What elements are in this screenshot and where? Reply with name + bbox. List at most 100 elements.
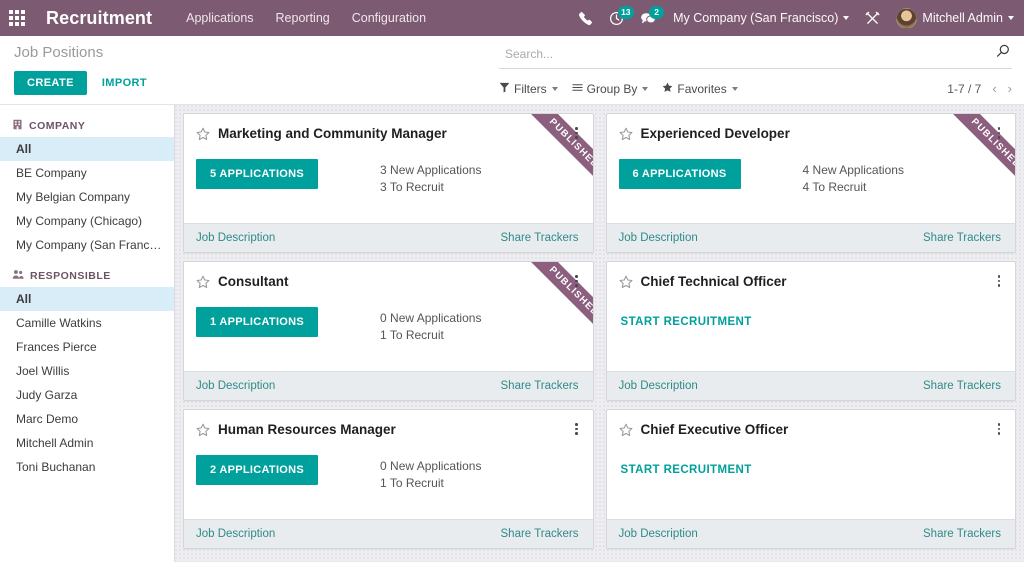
card-title: Human Resources Manager xyxy=(218,422,396,437)
messages-count-badge: 2 xyxy=(649,6,664,19)
nav-item-configuration[interactable]: Configuration xyxy=(352,11,426,25)
sidebar-item-frances-pierce[interactable]: Frances Pierce xyxy=(0,335,174,359)
card-body: 1 APPLICATIONS 0 New Applications 1 To R… xyxy=(196,307,579,344)
new-applications-text: 0 New Applications xyxy=(380,310,481,327)
sidebar-item-responsible-all[interactable]: All xyxy=(0,287,174,311)
sidebar-item-toni-buchanan[interactable]: Toni Buchanan xyxy=(0,455,174,479)
share-trackers-link[interactable]: Share Trackers xyxy=(923,232,1001,244)
sidebar-item-camille-watkins[interactable]: Camille Watkins xyxy=(0,311,174,335)
to-recruit-text: 1 To Recruit xyxy=(380,327,481,344)
chevron-right-icon[interactable]: › xyxy=(1008,81,1012,96)
job-description-link[interactable]: Job Description xyxy=(619,232,698,244)
applications-count-button[interactable]: 1 APPLICATIONS xyxy=(196,307,318,337)
share-trackers-link[interactable]: Share Trackers xyxy=(923,528,1001,540)
share-trackers-link[interactable]: Share Trackers xyxy=(501,232,579,244)
group-by-dropdown[interactable]: Group By xyxy=(572,82,649,96)
share-trackers-link[interactable]: Share Trackers xyxy=(501,528,579,540)
chevron-down-icon xyxy=(552,87,558,91)
card-title-row: Marketing and Community Manager xyxy=(196,126,579,141)
sidebar-item-marc-demo[interactable]: Marc Demo xyxy=(0,407,174,431)
nav-item-reporting[interactable]: Reporting xyxy=(276,11,330,25)
job-position-card[interactable]: PUBLISHED Consultant 1 APPLICATIONS 0 Ne… xyxy=(183,261,594,401)
sidebar-section-responsible-title: RESPONSIBLE xyxy=(30,270,111,282)
favorite-star-icon[interactable] xyxy=(196,127,210,141)
chevron-left-icon[interactable]: ‹ xyxy=(992,81,996,96)
card-body: 2 APPLICATIONS 0 New Applications 1 To R… xyxy=(196,455,579,492)
card-footer: Job Description Share Trackers xyxy=(184,223,593,252)
sidebar-item-my-company-san-francisco[interactable]: My Company (San Francisco) xyxy=(0,233,174,257)
job-position-card[interactable]: Chief Technical Officer START RECRUITMEN… xyxy=(606,261,1017,401)
to-recruit-text: 1 To Recruit xyxy=(380,475,481,492)
sidebar-item-company-all[interactable]: All xyxy=(0,137,174,161)
search-input[interactable] xyxy=(505,47,996,61)
card-menu-kebab-icon[interactable] xyxy=(992,273,1006,289)
import-button[interactable]: IMPORT xyxy=(93,71,156,95)
card-menu-kebab-icon[interactable] xyxy=(570,125,584,141)
favorite-star-icon[interactable] xyxy=(619,275,633,289)
card-footer: Job Description Share Trackers xyxy=(184,519,593,548)
card-menu-kebab-icon[interactable] xyxy=(570,421,584,437)
card-menu-kebab-icon[interactable] xyxy=(992,421,1006,437)
job-description-link[interactable]: Job Description xyxy=(196,232,275,244)
share-trackers-link[interactable]: Share Trackers xyxy=(923,380,1001,392)
job-description-link[interactable]: Job Description xyxy=(196,528,275,540)
card-footer: Job Description Share Trackers xyxy=(607,371,1016,400)
sidebar-item-judy-garza[interactable]: Judy Garza xyxy=(0,383,174,407)
applications-count-button[interactable]: 2 APPLICATIONS xyxy=(196,455,318,485)
job-description-link[interactable]: Job Description xyxy=(196,380,275,392)
applications-count-button[interactable]: 6 APPLICATIONS xyxy=(619,159,741,189)
start-recruitment-link[interactable]: START RECRUITMENT xyxy=(619,455,754,485)
job-position-card[interactable]: PUBLISHED Marketing and Community Manage… xyxy=(183,113,594,253)
job-description-link[interactable]: Job Description xyxy=(619,380,698,392)
avatar xyxy=(896,8,917,29)
wrench-screwdriver-icon[interactable] xyxy=(865,11,880,26)
control-panel: Job Positions CREATE IMPORT xyxy=(0,36,1024,105)
apps-grid-icon[interactable] xyxy=(6,7,28,29)
favorites-dropdown[interactable]: Favorites xyxy=(662,82,737,96)
sidebar-item-joel-willis[interactable]: Joel Willis xyxy=(0,359,174,383)
clock-activity-icon[interactable]: 13 xyxy=(609,11,624,26)
favorite-star-icon[interactable] xyxy=(619,127,633,141)
card-title: Chief Executive Officer xyxy=(641,422,789,437)
action-buttons: CREATE IMPORT xyxy=(14,71,156,95)
job-position-card[interactable]: Chief Executive Officer START RECRUITMEN… xyxy=(606,409,1017,549)
sidebar-section-company-title: COMPANY xyxy=(29,120,85,132)
job-position-card[interactable]: PUBLISHED Experienced Developer 6 APPLIC… xyxy=(606,113,1017,253)
favorite-star-icon[interactable] xyxy=(196,275,210,289)
card-menu-kebab-icon[interactable] xyxy=(570,273,584,289)
card-title: Consultant xyxy=(218,274,289,289)
favorite-star-icon[interactable] xyxy=(619,423,633,437)
nav-item-applications[interactable]: Applications xyxy=(186,11,253,25)
new-applications-text: 4 New Applications xyxy=(803,162,904,179)
users-icon xyxy=(12,269,24,283)
applications-count-button[interactable]: 5 APPLICATIONS xyxy=(196,159,318,189)
user-menu[interactable]: Mitchell Admin xyxy=(896,8,1014,29)
start-recruitment-link[interactable]: START RECRUITMENT xyxy=(619,307,754,337)
app-brand-title[interactable]: Recruitment xyxy=(46,8,152,29)
create-button[interactable]: CREATE xyxy=(14,71,87,95)
sidebar-item-my-belgian-company[interactable]: My Belgian Company xyxy=(0,185,174,209)
phone-icon[interactable] xyxy=(578,11,593,26)
sidebar-item-my-company-chicago[interactable]: My Company (Chicago) xyxy=(0,209,174,233)
card-footer: Job Description Share Trackers xyxy=(607,519,1016,548)
main-nav-menu: Applications Reporting Configuration xyxy=(186,11,426,25)
share-trackers-link[interactable]: Share Trackers xyxy=(501,380,579,392)
job-description-link[interactable]: Job Description xyxy=(619,528,698,540)
job-position-card[interactable]: Human Resources Manager 2 APPLICATIONS 0… xyxy=(183,409,594,549)
search-icon[interactable] xyxy=(996,44,1010,63)
chat-bubble-icon[interactable]: 2 xyxy=(640,11,657,26)
card-menu-kebab-icon[interactable] xyxy=(992,125,1006,141)
card-title-row: Consultant xyxy=(196,274,579,289)
filters-dropdown[interactable]: Filters xyxy=(499,82,558,96)
card-top: Human Resources Manager 2 APPLICATIONS 0… xyxy=(184,410,593,519)
card-title: Marketing and Community Manager xyxy=(218,126,447,141)
filters-label: Filters xyxy=(514,82,547,96)
pager-range[interactable]: 1-7 / 7 xyxy=(947,82,981,96)
filter-funnel-icon xyxy=(499,82,510,96)
sidebar-item-be-company[interactable]: BE Company xyxy=(0,161,174,185)
card-stats: 0 New Applications 1 To Recruit xyxy=(380,455,481,492)
company-selector[interactable]: My Company (San Francisco) xyxy=(673,11,849,25)
card-top: PUBLISHED Marketing and Community Manage… xyxy=(184,114,593,223)
sidebar-item-mitchell-admin[interactable]: Mitchell Admin xyxy=(0,431,174,455)
favorite-star-icon[interactable] xyxy=(196,423,210,437)
